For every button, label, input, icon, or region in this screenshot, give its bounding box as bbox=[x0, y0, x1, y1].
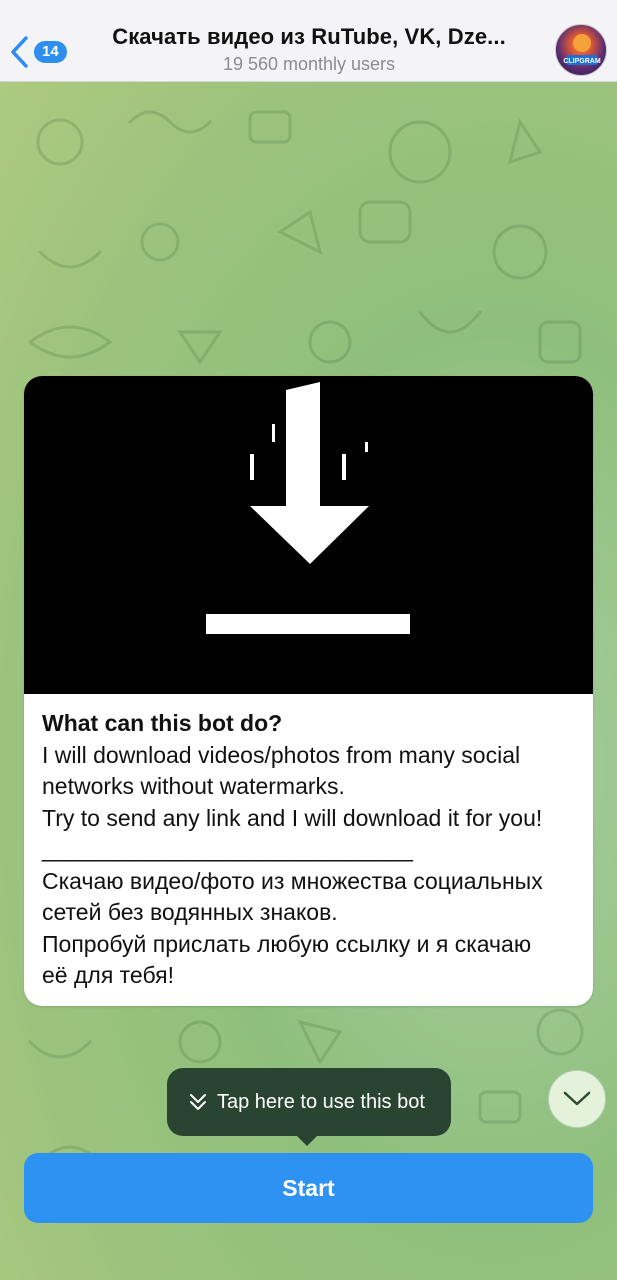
description-line: networks without watermarks. bbox=[42, 773, 345, 799]
download-icon bbox=[206, 382, 410, 634]
double-chevron-down-icon bbox=[190, 1094, 206, 1110]
chat-subtitle: 19 560 monthly users bbox=[222, 54, 396, 74]
description-heading: What can this bot do? bbox=[42, 710, 283, 736]
clipgram-logo: CLIPGRAM bbox=[563, 34, 601, 65]
use-bot-tooltip[interactable]: Tap here to use this bot bbox=[167, 1068, 451, 1146]
tooltip-text: Tap here to use this bot bbox=[217, 1090, 425, 1113]
chat-header: 14 Скачать видео из RuTube, VK, Dze... 1… bbox=[0, 0, 617, 82]
chevron-down-icon bbox=[563, 1091, 591, 1106]
bot-description: What can this bot do? I will download vi… bbox=[42, 708, 582, 992]
start-button[interactable]: Start bbox=[24, 1153, 593, 1223]
description-separator: _____________________________ bbox=[42, 836, 413, 862]
bot-avatar[interactable]: CLIPGRAM bbox=[555, 24, 607, 76]
bot-info-card: What can this bot do? I will download vi… bbox=[24, 376, 593, 1006]
description-line: Попробуй прислать любую ссылку и я скача… bbox=[42, 930, 532, 957]
chat-title: Скачать видео из RuTube, VK, Dze... bbox=[112, 24, 506, 49]
scroll-down-button[interactable] bbox=[548, 1070, 606, 1128]
description-line: её для тебя! bbox=[42, 962, 174, 988]
chevron-left-icon bbox=[11, 36, 28, 68]
description-line: I will download videos/photos from many … bbox=[42, 741, 521, 768]
bot-info-image bbox=[24, 376, 593, 694]
back-button[interactable]: 14 bbox=[8, 30, 78, 74]
description-line: Try to send any link and I will download… bbox=[42, 804, 543, 831]
svg-text:CLIPGRAM: CLIPGRAM bbox=[563, 58, 601, 65]
unread-count-badge: 14 bbox=[34, 41, 67, 63]
chat-title-area[interactable]: Скачать видео из RuTube, VK, Dze... 19 5… bbox=[84, 24, 534, 75]
description-line: Скачаю видео/фото из множества социальны… bbox=[42, 867, 543, 894]
description-line: сетей без водянных знаков. bbox=[42, 899, 338, 925]
